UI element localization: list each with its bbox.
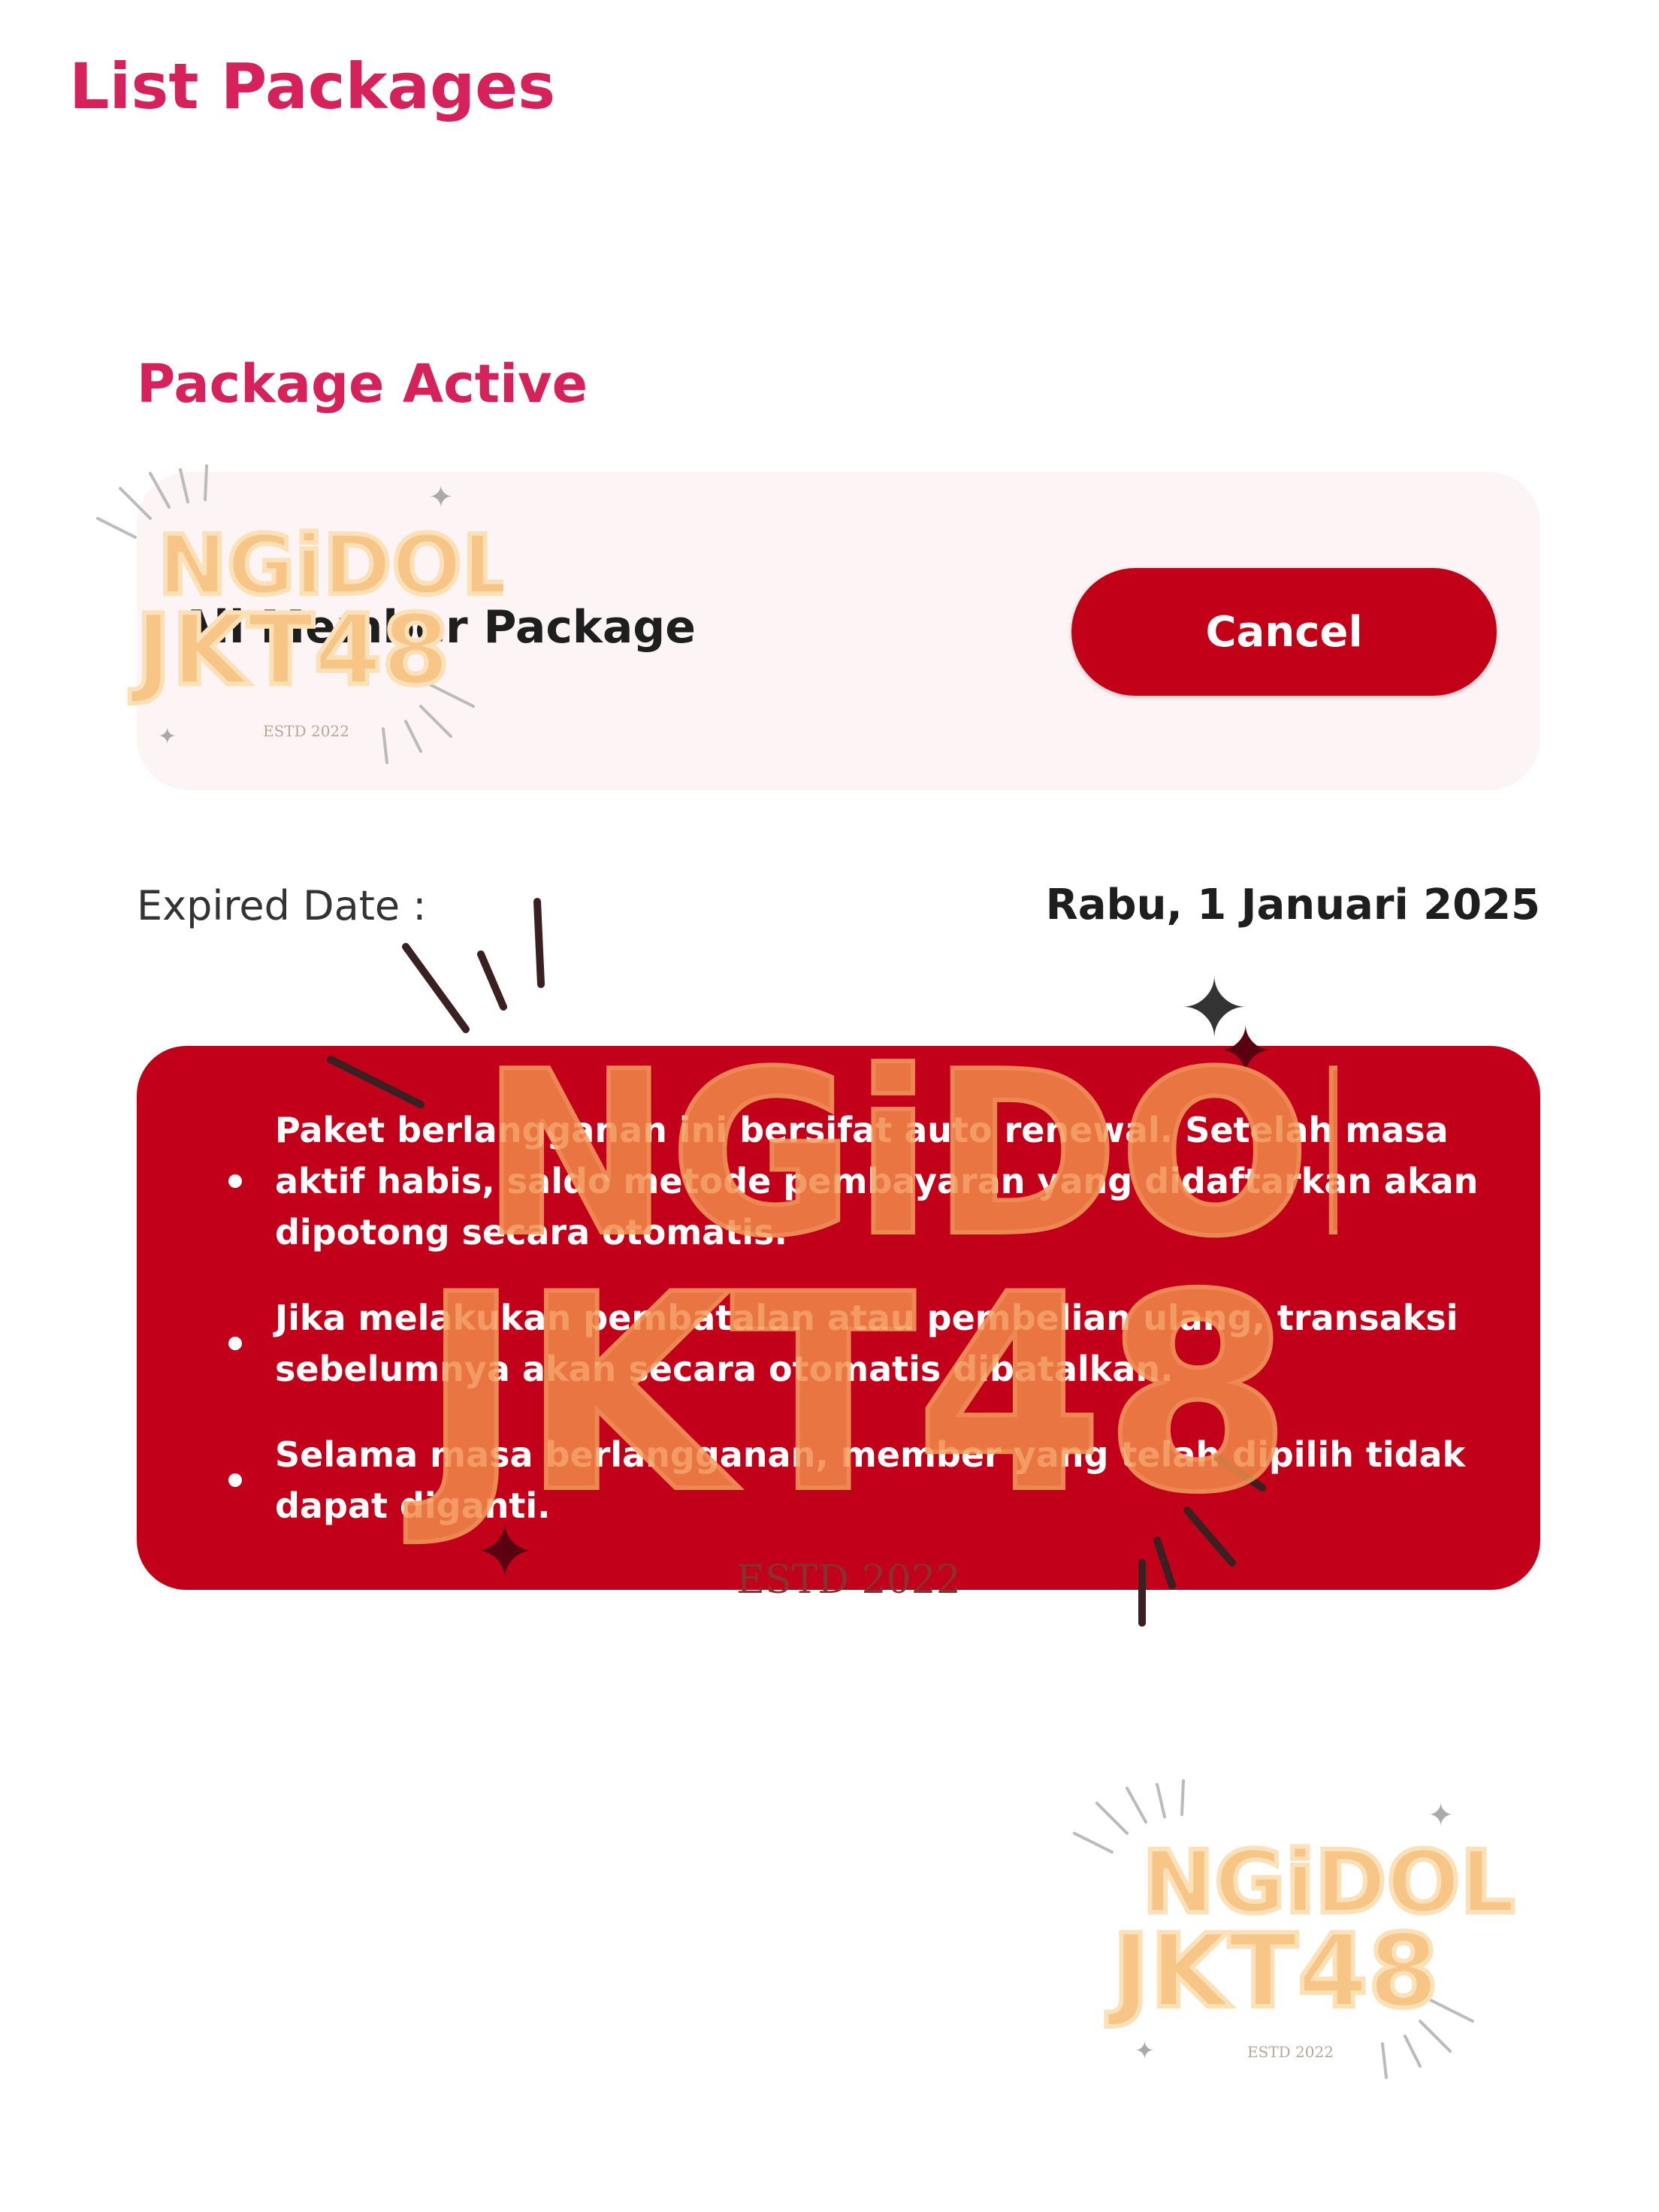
expired-date-label: Expired Date : <box>137 882 427 929</box>
info-item-text: Selama masa berlangganan, member yang te… <box>275 1434 1466 1526</box>
bullet-icon <box>228 1174 242 1188</box>
svg-text:✦: ✦ <box>1135 2036 1155 2065</box>
watermark-estd: ESTD 2022 <box>1247 2043 1334 2061</box>
subscription-info-box: Paket berlangganan ini bersifat auto ren… <box>137 1046 1540 1590</box>
section-title-package-active: Package Active <box>137 353 588 415</box>
page-title: List Packages <box>69 50 556 123</box>
expired-date-value: Rabu, 1 Januari 2025 <box>1045 881 1540 929</box>
watermark-text: NGiDOL <box>1142 1833 1515 1933</box>
svg-text:✦: ✦ <box>1428 1796 1454 1833</box>
info-item-text: Jika melakukan pembatalan atau pembelian… <box>275 1298 1458 1389</box>
subscription-info-list: Paket berlangganan ini bersifat auto ren… <box>228 1104 1482 1566</box>
info-item: Selama masa berlangganan, member yang te… <box>228 1429 1482 1531</box>
bullet-icon <box>228 1473 242 1487</box>
bullet-icon <box>228 1337 242 1350</box>
package-name: All Member Package <box>179 601 696 654</box>
svg-text:✦: ✦ <box>1180 960 1249 1056</box>
watermark-logo: ✦ ✦ NGiDOL JKT48 ESTD 2022 <box>1073 1779 1518 2079</box>
info-item: Jika melakukan pembatalan atau pembelian… <box>228 1292 1482 1395</box>
cancel-button[interactable]: Cancel <box>1071 568 1497 696</box>
info-item-text: Paket berlangganan ini bersifat auto ren… <box>275 1110 1479 1253</box>
watermark-text: JKT48 <box>1106 1912 1439 2030</box>
info-item: Paket berlangganan ini bersifat auto ren… <box>228 1104 1482 1258</box>
